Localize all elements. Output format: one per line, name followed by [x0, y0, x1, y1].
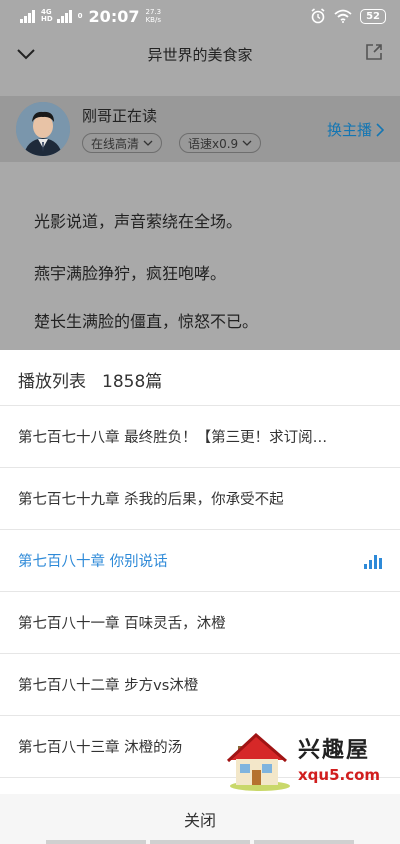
chapter-label: 第七百七十九章 杀我的后果，你承受不起: [18, 492, 284, 508]
chapter-label: 第七百八十一章 百味灵舌，沐橙: [18, 616, 226, 632]
house-logo-icon: [226, 732, 290, 791]
book-title: 异世界的美食家: [147, 45, 253, 64]
network-speed: 27.3 KB/s: [145, 8, 162, 24]
chevron-down-icon: [242, 140, 252, 146]
list-item-active[interactable]: 第七百八十章 你别说话: [0, 530, 400, 591]
wifi-icon: [334, 9, 352, 23]
alarm-icon: [311, 8, 325, 24]
chevron-down-icon: [143, 140, 153, 146]
watermark-name: 兴趣屋: [298, 738, 371, 763]
watermark-logo: 兴趣屋 xqu5.com: [226, 722, 386, 794]
list-item[interactable]: 第七百七十八章 最终胜负！【第三更！求订阅…: [0, 406, 400, 467]
top-nav: 异世界的美食家: [0, 32, 400, 76]
content-line: 楚长生满脸的僵直，惊怒不已。: [34, 312, 259, 331]
speed-selector[interactable]: 语速x0.9: [179, 133, 262, 153]
switch-anchor-label: 换主播: [326, 121, 372, 139]
signal-icon-2: [56, 9, 72, 23]
watermark-url: xqu5.com: [298, 766, 381, 784]
speed-label: 语速x0.9: [188, 136, 239, 151]
switch-anchor-button[interactable]: 换主播: [327, 119, 384, 140]
playlist-count: 1858篇: [102, 372, 163, 392]
content-line: 光影说道，声音萦绕在全场。: [34, 212, 243, 231]
bottom-handle: [0, 840, 400, 844]
status-bar: 4G HD 0 20:07 27.3 KB/s 52: [0, 0, 400, 32]
close-button[interactable]: 关闭: [0, 794, 400, 844]
battery-indicator: 52: [360, 8, 386, 24]
signal-2-label: 0: [77, 11, 83, 20]
now-playing-icon: [364, 553, 382, 569]
list-item[interactable]: 第七百八十二章 步方vs沐橙: [0, 654, 400, 715]
quality-label: 在线高清: [91, 136, 140, 151]
status-time: 20:07: [88, 6, 140, 26]
chapter-label: 第七百七十八章 最终胜负！【第三更！求订阅…: [18, 430, 328, 446]
chevron-down-icon[interactable]: [14, 42, 38, 66]
reader-name: 刚哥正在读: [82, 107, 158, 125]
dimmed-player-area[interactable]: 4G HD 0 20:07 27.3 KB/s 52 异世界的美食家 刚哥正在读…: [0, 0, 400, 350]
chapter-label: 第七百八十二章 步方vs沐橙: [18, 678, 199, 694]
chevron-right-icon: [376, 122, 384, 137]
avatar: [16, 102, 70, 156]
chapter-label: 第七百八十章 你别说话: [18, 554, 168, 570]
quality-selector[interactable]: 在线高清: [82, 133, 163, 153]
reader-bar: 刚哥正在读 在线高清 语速x0.9 换主播: [0, 96, 400, 162]
share-icon[interactable]: [364, 42, 384, 62]
playlist-title: 播放列表: [18, 372, 86, 392]
content-line: 燕宇满脸狰狞，疯狂咆哮。: [34, 264, 227, 283]
signal-icon: [20, 9, 35, 23]
list-item[interactable]: 第七百七十九章 杀我的后果，你承受不起: [0, 468, 400, 529]
list-item[interactable]: 第七百八十一章 百味灵舌，沐橙: [0, 592, 400, 653]
close-label: 关闭: [183, 811, 216, 830]
network-type: 4G HD: [41, 8, 53, 23]
playlist-header: 播放列表 1858篇: [18, 367, 162, 392]
